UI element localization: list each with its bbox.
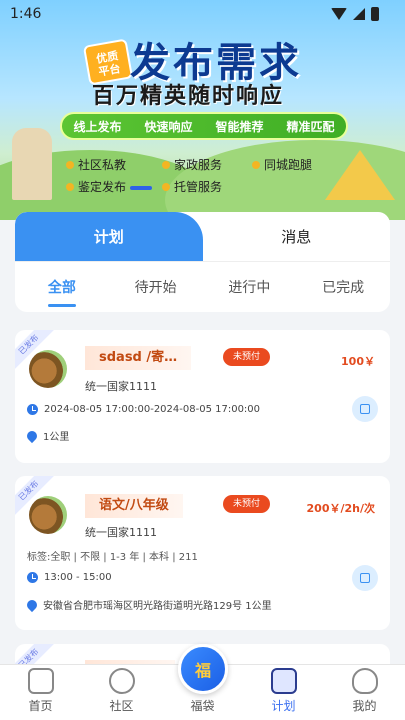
lucky-bag-button[interactable]: 福 bbox=[178, 644, 228, 694]
main-tabs: 计划 消息 bbox=[15, 212, 390, 262]
nav-mine[interactable]: 我的 bbox=[324, 665, 405, 720]
card-time: 13:00 - 15:00 bbox=[44, 572, 112, 583]
feature-label: 精准匹配 bbox=[286, 119, 335, 134]
tab-panel: 计划 消息 全部 待开始 进行中 已完成 bbox=[15, 212, 390, 312]
plan-card[interactable]: 已发布 语文/八年级 未预付 200￥/2h/次 统一国家1111 标签:全职 … bbox=[15, 476, 390, 630]
card-location-row: 1公里 bbox=[24, 428, 70, 443]
bullet-icon bbox=[252, 160, 260, 169]
card-time: 2024-08-05 17:00:00-2024-08-05 17:00:00 bbox=[44, 404, 261, 415]
windmill-illustration bbox=[12, 128, 52, 200]
carousel-indicator bbox=[130, 186, 152, 190]
banner-feature-strip: 线上发布 快速响应 智能推荐 精准匹配 bbox=[60, 112, 348, 140]
filter-all[interactable]: 全部 bbox=[15, 277, 109, 307]
filter-completed[interactable]: 已完成 bbox=[296, 277, 390, 297]
card-time-row: 13:00 - 15:00 bbox=[27, 572, 112, 583]
lucky-bag-icon: 福 bbox=[194, 661, 211, 680]
document-icon bbox=[270, 668, 297, 694]
battery-icon bbox=[371, 7, 379, 21]
payment-status-badge: 未预付 bbox=[223, 348, 271, 366]
plan-card[interactable]: 已发布 sdasd /寄… 未预付 100￥ 统一国家1111 2024-08-… bbox=[15, 330, 390, 463]
filter-pending[interactable]: 待开始 bbox=[109, 277, 203, 297]
signal-icon bbox=[353, 8, 365, 20]
promo-banner[interactable]: 优质 平台 发布需求 百万精英随时响应 线上发布 快速响应 智能推荐 精准匹配 社… bbox=[0, 0, 405, 220]
edit-button[interactable] bbox=[352, 565, 378, 591]
service-item: 家政服务 bbox=[162, 156, 222, 173]
task-thumbnail bbox=[29, 496, 67, 534]
payment-status-badge: 未预付 bbox=[223, 495, 271, 513]
card-company: 统一国家1111 bbox=[85, 380, 157, 393]
service-item: 托管服务 bbox=[162, 178, 222, 195]
feature-label: 线上发布 bbox=[73, 119, 122, 134]
card-location-row: 安徽省合肥市瑶海区明光路街道明光路129号 1公里 bbox=[24, 597, 272, 612]
bullet-icon bbox=[162, 160, 170, 169]
status-time: 1:46 bbox=[10, 6, 42, 22]
status-filter-tabs: 全部 待开始 进行中 已完成 bbox=[15, 262, 390, 312]
edit-icon bbox=[360, 404, 370, 414]
tent-illustration bbox=[325, 150, 395, 200]
service-item: 鉴定发布 bbox=[66, 178, 126, 195]
card-time-row: 2024-08-05 17:00:00-2024-08-05 17:00:00 bbox=[27, 404, 260, 415]
task-thumbnail bbox=[29, 350, 67, 388]
bullet-icon bbox=[66, 182, 74, 191]
nav-community[interactable]: 社区 bbox=[81, 665, 162, 720]
card-price: 200￥/2h/次 bbox=[306, 502, 375, 515]
planet-icon bbox=[108, 668, 135, 694]
status-bar: 1:46 bbox=[0, 0, 405, 28]
home-icon bbox=[27, 668, 54, 694]
bullet-icon bbox=[162, 182, 170, 191]
clock-icon bbox=[27, 572, 38, 583]
profile-icon bbox=[351, 668, 378, 694]
tab-messages[interactable]: 消息 bbox=[203, 212, 391, 261]
card-tags: 标签:全职 | 不限 | 1-3 年 | 本科 | 211 bbox=[27, 552, 198, 563]
banner-subline: 百万精英随时响应 bbox=[92, 84, 285, 109]
bullet-icon bbox=[66, 160, 74, 169]
service-item: 社区私教 bbox=[66, 156, 126, 173]
wifi-icon bbox=[331, 8, 347, 20]
card-location: 安徽省合肥市瑶海区明光路街道明光路129号 1公里 bbox=[43, 601, 272, 612]
service-item: 同城跑腿 bbox=[252, 156, 312, 173]
card-price: 100￥ bbox=[341, 355, 375, 368]
edit-icon bbox=[360, 573, 370, 583]
nav-plan[interactable]: 计划 bbox=[243, 665, 324, 720]
tab-plan[interactable]: 计划 bbox=[15, 212, 203, 261]
edit-button[interactable] bbox=[352, 396, 378, 422]
card-title: sdasd /寄… bbox=[85, 346, 192, 370]
card-title: 语文/八年级 bbox=[85, 494, 183, 518]
clock-icon bbox=[27, 404, 38, 415]
nav-home[interactable]: 首页 bbox=[0, 665, 81, 720]
feature-label: 智能推荐 bbox=[215, 119, 264, 134]
feature-label: 快速响应 bbox=[144, 119, 193, 134]
location-pin-icon bbox=[24, 597, 40, 612]
card-location: 1公里 bbox=[43, 432, 70, 443]
filter-in-progress[interactable]: 进行中 bbox=[203, 277, 297, 297]
card-company: 统一国家1111 bbox=[85, 526, 157, 539]
location-pin-icon bbox=[24, 428, 40, 443]
